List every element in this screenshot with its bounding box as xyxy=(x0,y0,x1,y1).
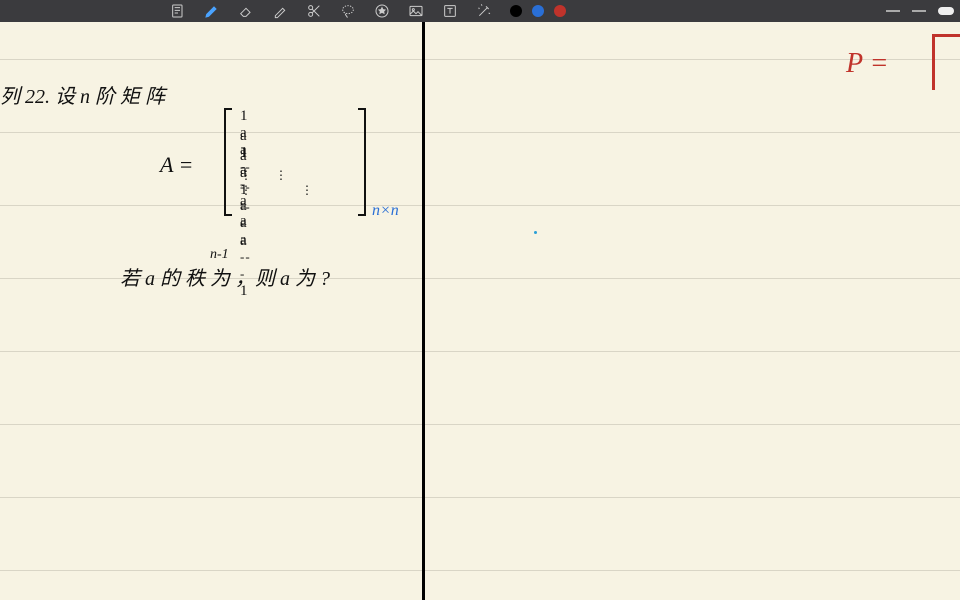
cut-icon[interactable] xyxy=(306,3,322,19)
matrix-A-label: A = xyxy=(160,152,193,178)
rank-exponent: n-1 xyxy=(210,247,229,263)
star-tool-icon[interactable] xyxy=(374,3,390,19)
color-palette xyxy=(510,5,566,17)
question-text: 若 a 的 秩 为 ，则 a 为 ? xyxy=(120,262,330,291)
maximize-icon[interactable] xyxy=(938,7,954,15)
toolbar-icons xyxy=(170,3,492,19)
P-bracket-partial xyxy=(932,34,960,90)
page-icon[interactable] xyxy=(170,3,186,19)
P-equals: P = xyxy=(846,48,889,80)
page-divider xyxy=(422,22,425,600)
eraser-icon[interactable] xyxy=(238,3,254,19)
matrix-dimension: n×n xyxy=(372,202,399,220)
pen-icon[interactable] xyxy=(204,3,220,19)
stray-mark xyxy=(534,231,537,234)
highlighter-icon[interactable] xyxy=(272,3,288,19)
image-icon[interactable] xyxy=(408,3,424,19)
matrix-left-bracket xyxy=(224,108,232,216)
problem-heading: 列 22. 设 n 阶 矩 阵 xyxy=(0,80,165,109)
matrix-right-bracket xyxy=(358,108,366,216)
window-controls xyxy=(886,7,954,15)
note-canvas[interactable]: 列 22. 设 n 阶 矩 阵 A = 1 a a --- a a 1 a --… xyxy=(0,22,960,600)
color-red[interactable] xyxy=(554,5,566,17)
toolbar xyxy=(0,0,960,22)
wand-icon[interactable] xyxy=(476,3,492,19)
color-black[interactable] xyxy=(510,5,522,17)
color-blue[interactable] xyxy=(532,5,544,17)
minimize2-icon[interactable] xyxy=(912,10,926,12)
lasso-icon[interactable] xyxy=(340,3,356,19)
minimize-icon[interactable] xyxy=(886,10,900,12)
text-tool-icon[interactable] xyxy=(442,3,458,19)
